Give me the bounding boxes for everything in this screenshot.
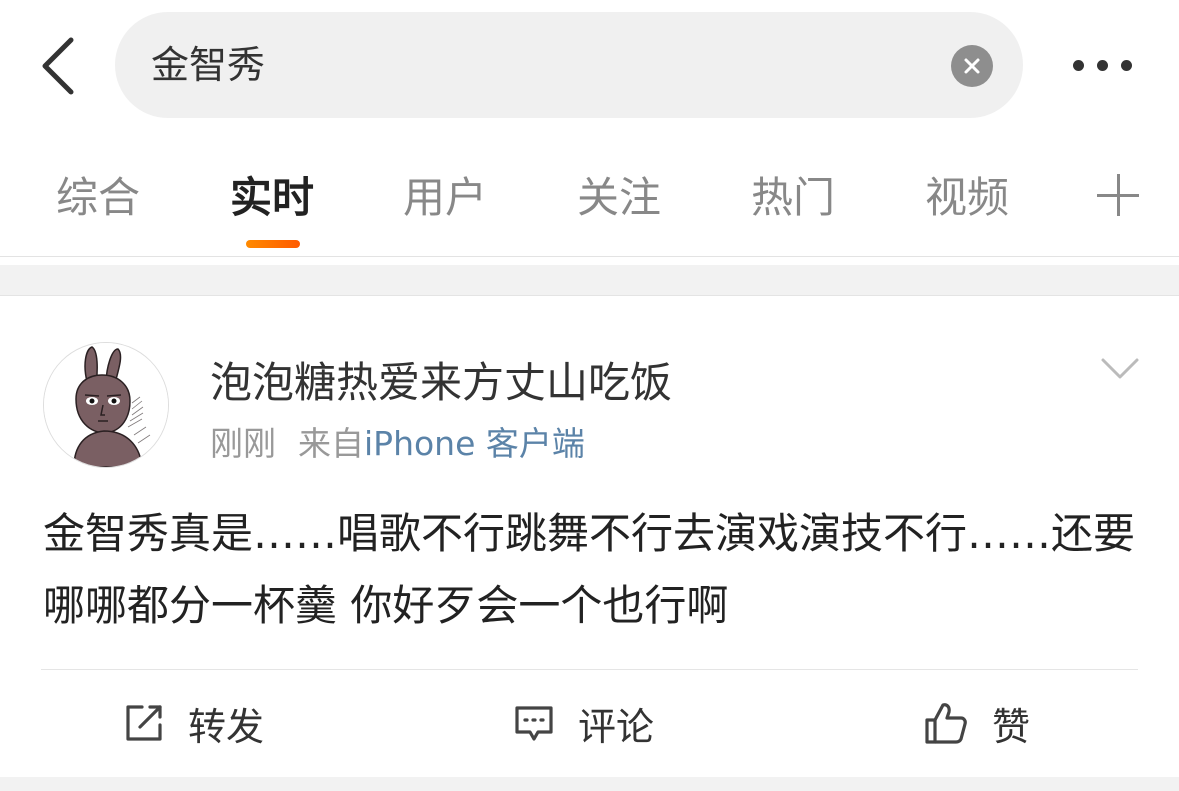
active-tab-indicator: [246, 240, 300, 248]
comment-icon: [515, 706, 553, 741]
post-source-prefix: 来自: [298, 424, 364, 463]
tab-following[interactable]: 关注: [577, 168, 661, 228]
search-tabs: 综合 实时 用户 关注 热门 视频: [0, 150, 1179, 256]
share-icon: [126, 705, 162, 741]
weibo-search-page: 金智秀 综合 实时 用户 关注 热门 视频 泡泡糖热爱来方丈山吃饭 刚刚 来自i…: [0, 0, 1179, 791]
search-query[interactable]: 金智秀: [151, 12, 265, 118]
repost-button[interactable]: 转发: [122, 695, 264, 751]
more-dots-icon: [1072, 59, 1084, 71]
section-separator: [0, 777, 1179, 791]
back-button[interactable]: [28, 34, 88, 98]
tab-hot[interactable]: 热门: [751, 168, 835, 228]
comment-label: 评论: [578, 704, 655, 749]
like-button[interactable]: 赞: [922, 695, 1030, 751]
post-meta: 刚刚 来自iPhone 客户端: [210, 422, 585, 466]
more-dots-icon: [1120, 59, 1132, 71]
post-time: 刚刚: [210, 424, 276, 463]
top-bar: 金智秀: [0, 0, 1179, 130]
tab-comprehensive[interactable]: 综合: [56, 168, 140, 228]
clear-icon: [964, 58, 980, 74]
comment-button[interactable]: 评论: [512, 695, 654, 751]
rabbit-avatar-image: [44, 343, 168, 467]
repost-label: 转发: [188, 704, 265, 749]
post-menu-button[interactable]: [1100, 356, 1140, 382]
chevron-left-icon: [42, 37, 74, 95]
thumbs-up-icon: [925, 703, 967, 744]
divider: [0, 256, 1179, 257]
search-input[interactable]: 金智秀: [115, 12, 1023, 118]
like-label: 赞: [992, 704, 1031, 749]
add-tab-button[interactable]: [1097, 174, 1139, 216]
section-separator: [0, 265, 1179, 296]
more-options-button[interactable]: [1062, 40, 1142, 90]
post-username[interactable]: 泡泡糖热爱来方丈山吃饭: [210, 355, 672, 411]
tab-video[interactable]: 视频: [925, 168, 1009, 228]
chevron-down-icon: [1101, 358, 1139, 379]
clear-search-button[interactable]: [951, 45, 993, 87]
divider: [41, 669, 1138, 670]
more-dots-icon: [1096, 59, 1108, 71]
post-text: 金智秀真是……唱歌不行跳舞不行去演戏演技不行……还要哪哪都分一杯羹 你好歹会一个…: [43, 509, 1136, 630]
tab-realtime[interactable]: 实时: [230, 168, 314, 228]
post-source-link[interactable]: iPhone 客户端: [364, 424, 585, 463]
avatar[interactable]: [43, 342, 169, 468]
tab-users[interactable]: 用户: [403, 168, 487, 228]
